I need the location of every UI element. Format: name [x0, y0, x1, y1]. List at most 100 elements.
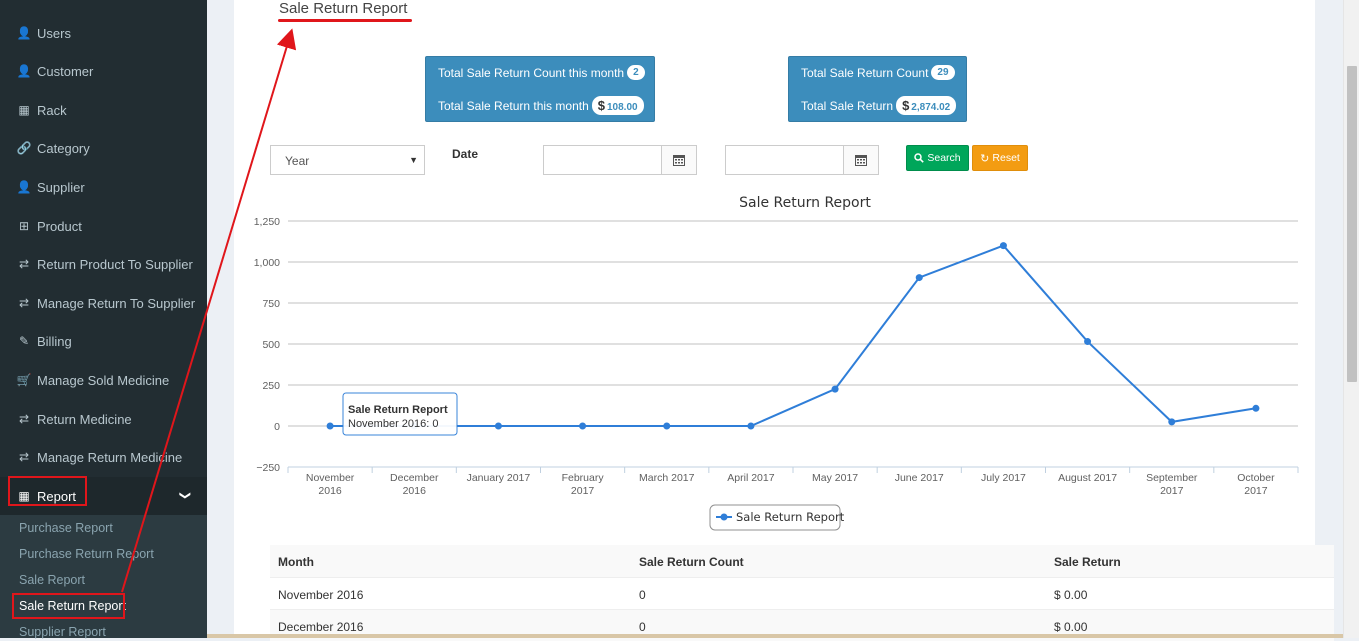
user-icon: 👤: [16, 26, 32, 40]
sidebar-item-label: Rack: [37, 102, 67, 118]
x-tick-label: June 2017: [895, 472, 944, 484]
legend-label: Sale Return Report: [736, 510, 845, 524]
total-amount-value: 2,874.02: [911, 102, 951, 113]
x-tick-label: October 2017: [1237, 472, 1275, 497]
sidebar-item-return-product-to-supplier[interactable]: ⇄ Return Product To Supplier: [0, 245, 207, 283]
sidebar-item-label: Users: [37, 25, 71, 41]
submenu-item-purchase-report[interactable]: Purchase Report: [19, 521, 113, 535]
table-cell: November 2016: [278, 588, 364, 602]
currency-symbol: $: [597, 98, 605, 113]
end-date-calendar-button[interactable]: [843, 145, 879, 175]
date-label: Date: [452, 147, 479, 161]
bottom-edge-bar: [207, 634, 1343, 638]
data-point: [494, 422, 502, 430]
user-icon: 👤: [16, 180, 32, 194]
table-row: November 2016 0 $ 0.00: [270, 577, 1334, 609]
report-highlight-box: [8, 476, 87, 506]
data-point: [999, 242, 1007, 250]
total-amount-label: Total Sale Return: [801, 98, 894, 113]
series-line: [330, 244, 1257, 427]
link-icon: 🔗: [16, 141, 32, 155]
sidebar-item-manage-sold-medicine[interactable]: 🛒 Manage Sold Medicine: [0, 361, 207, 399]
sidebar-item-label: Manage Sold Medicine: [37, 372, 170, 388]
table-cell: 0: [639, 620, 646, 634]
submenu-item-supplier-report[interactable]: Supplier Report: [19, 625, 106, 639]
search-button-label: Search: [927, 152, 961, 164]
data-point: [326, 422, 334, 430]
chart-title: Sale Return Report: [739, 195, 871, 211]
month-count-label: Total Sale Return Count this month: [438, 65, 625, 80]
tooltip-title: Sale Return Report: [348, 404, 448, 416]
refresh-icon: ↻: [980, 152, 990, 165]
month-amount-label: Total Sale Return this month: [438, 98, 589, 113]
y-tick-label: 750: [262, 298, 280, 310]
data-point: [747, 422, 755, 430]
exchange-icon: ⇄: [18, 412, 30, 426]
total-stats-box: Total Sale Return Count 29 Total Sale Re…: [788, 56, 967, 122]
start-date-input[interactable]: [543, 145, 663, 175]
sidebar-item-rack[interactable]: ▦ Rack: [0, 91, 207, 129]
billing-icon: ✎: [18, 334, 30, 348]
calendar-icon: [673, 155, 685, 166]
sidebar-item-category[interactable]: 🔗 Category: [0, 129, 207, 167]
y-tick-label: −250: [256, 462, 280, 474]
total-count-badge: 29: [931, 65, 955, 80]
sidebar-item-label: Manage Return To Supplier: [37, 295, 196, 311]
sidebar-item-billing[interactable]: ✎ Billing: [0, 322, 207, 360]
sidebar-item-users[interactable]: 👤 Users: [0, 14, 207, 52]
sidebar-item-return-medicine[interactable]: ⇄ Return Medicine: [0, 400, 207, 438]
y-tick-label: 0: [274, 421, 280, 433]
sidebar-item-manage-return-medicine[interactable]: ⇄ Manage Return Medicine: [0, 438, 207, 476]
data-point: [915, 274, 923, 282]
table-icon: ▦: [18, 103, 30, 117]
x-tick-label: February 2017: [562, 472, 605, 497]
sidebar-item-label: Supplier: [37, 179, 85, 195]
period-select-value: Year: [285, 154, 310, 168]
x-tick-label: April 2017: [727, 472, 774, 484]
sale-return-chart: −250 0 250 500 750 1,000 1,250 November 2016 Dece…: [254, 195, 1299, 531]
sidebar-item-product[interactable]: ⊞ Product: [0, 207, 207, 245]
sidebar-item-manage-return-to-supplier[interactable]: ⇄ Manage Return To Supplier: [0, 284, 207, 322]
table-header: Month Sale Return Count Sale Return: [270, 545, 1334, 577]
sidebar-item-supplier[interactable]: 👤 Supplier: [0, 168, 207, 206]
data-point: [663, 422, 671, 430]
search-button[interactable]: Search: [906, 145, 969, 171]
sidebar-item-label: Return Product To Supplier: [37, 256, 193, 272]
search-icon: [914, 153, 925, 163]
data-point: [831, 385, 839, 393]
total-count-label: Total Sale Return Count: [801, 65, 929, 80]
x-tick-label: January 2017: [467, 472, 531, 484]
period-select[interactable]: Year ▼: [270, 145, 425, 175]
sidebar-item-label: Manage Return Medicine: [37, 449, 183, 465]
reset-button[interactable]: ↻ Reset: [972, 145, 1028, 171]
scrollbar-thumb[interactable]: [1347, 66, 1357, 382]
start-date-calendar-button[interactable]: [661, 145, 697, 175]
table-cell: $ 0.00: [1054, 620, 1088, 634]
scrollbar[interactable]: [1343, 0, 1359, 638]
column-header: Sale Return Count: [639, 555, 744, 569]
total-amount-badge: $2,874.02: [896, 96, 957, 115]
y-tick-label: 1,250: [254, 216, 280, 228]
column-header: Month: [278, 555, 314, 569]
submenu-item-sale-report[interactable]: Sale Report: [19, 573, 85, 587]
data-point: [1084, 338, 1092, 346]
sidebar-item-customer[interactable]: 👤 Customer: [0, 52, 207, 90]
medkit-icon: ⊞: [18, 219, 30, 233]
x-tick-label: November 2016: [306, 472, 355, 497]
exchange-icon: ⇄: [18, 450, 30, 464]
page-title: Sale Return Report: [279, 0, 408, 17]
reset-button-label: Reset: [992, 152, 1020, 164]
chevron-down-icon: ❯: [178, 490, 191, 501]
title-underline: [278, 19, 412, 22]
submenu-item-purchase-return-report[interactable]: Purchase Return Report: [19, 547, 154, 561]
sidebar-item-label: Customer: [37, 63, 94, 79]
user-icon: 👤: [16, 64, 32, 78]
month-count-badge: 2: [627, 65, 645, 80]
end-date-input[interactable]: [725, 145, 845, 175]
data-point: [1252, 404, 1260, 412]
exchange-icon: ⇄: [18, 296, 30, 310]
y-tick-label: 1,000: [254, 257, 280, 269]
cart-icon: 🛒: [16, 373, 32, 387]
x-tick-label: July 2017: [981, 472, 1026, 484]
sidebar: 👤 Users 👤 Customer ▦ Rack 🔗 Category 👤 Supplier ⊞ P…: [0, 0, 207, 639]
